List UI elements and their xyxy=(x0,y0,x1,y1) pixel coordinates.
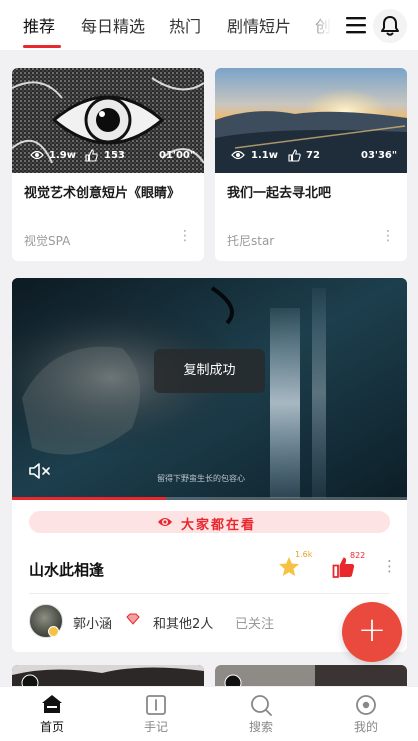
progress-bar[interactable] xyxy=(12,497,407,500)
card-author[interactable]: 视觉SPA xyxy=(24,232,70,249)
bell-icon xyxy=(381,16,399,36)
nav-label: 首页 xyxy=(39,720,64,734)
nav-label: 我的 xyxy=(353,720,378,734)
progress-fill xyxy=(12,497,167,500)
trending-label: 大家都在看 xyxy=(181,518,257,533)
bottom-nav: 首页 手记 搜索 我的 xyxy=(0,686,418,741)
notebook-icon xyxy=(146,695,166,715)
duration: 01'00" xyxy=(159,150,196,161)
nav-search[interactable]: 搜索 xyxy=(209,687,313,741)
menu-icon[interactable] xyxy=(346,16,366,34)
eye-icon xyxy=(158,518,172,526)
card-title[interactable]: 我们一起去寻北吧 xyxy=(227,183,392,204)
diamond-icon xyxy=(126,613,140,625)
follow-status[interactable]: 已关注 xyxy=(235,613,274,632)
like-icon xyxy=(288,149,301,162)
views-count: 1.9w xyxy=(49,150,76,161)
nav-label: 搜索 xyxy=(248,720,273,734)
notification-button[interactable] xyxy=(373,9,407,43)
card-title[interactable]: 视觉艺术创意短片《眼睛》 xyxy=(24,183,189,204)
tab-drama-shorts[interactable]: 剧情短片 xyxy=(227,13,291,37)
video-subtitle: 留得下野蛮生长的包容心 xyxy=(157,474,245,483)
views-icon xyxy=(231,150,245,160)
nav-profile[interactable]: 我的 xyxy=(314,687,418,741)
views-icon xyxy=(30,150,44,160)
views-count: 1.1w xyxy=(251,150,278,161)
tab-daily-picks[interactable]: 每日精选 xyxy=(81,13,145,37)
duration: 03'36" xyxy=(361,150,398,161)
like-count: 822 xyxy=(350,551,366,560)
star-icon[interactable] xyxy=(278,556,300,577)
video-card[interactable]: 1.9w 153 01'00" 视觉艺术创意短片《眼睛》 视觉SPA ⋮ xyxy=(12,68,204,261)
active-tab-indicator xyxy=(23,45,61,48)
co-authors[interactable]: 和其他2人 xyxy=(153,613,213,632)
trending-badge: 大家都在看 xyxy=(29,511,390,533)
top-bar: 推荐 每日精选 热门 剧情短片 创意 xyxy=(0,0,418,50)
home-icon xyxy=(42,695,62,713)
nav-home[interactable]: 首页 xyxy=(0,687,104,741)
more-options-icon[interactable]: ⋮ xyxy=(382,557,397,575)
eye-thumbnail[interactable]: 1.9w 153 01'00" xyxy=(12,68,204,173)
like-icon xyxy=(85,149,98,162)
more-options-icon[interactable]: ⋮ xyxy=(381,228,395,244)
profile-icon xyxy=(356,695,376,715)
category-tabs: 推荐 每日精选 热门 剧情短片 创意 xyxy=(0,0,345,50)
likes-count: 72 xyxy=(306,150,320,161)
card-author[interactable]: 托尼star xyxy=(227,232,274,249)
author-name[interactable]: 郭小涵 xyxy=(73,613,112,632)
sunset-thumbnail[interactable]: 1.1w 72 03'36" xyxy=(215,68,407,173)
copy-success-toast: 复制成功 xyxy=(154,349,265,393)
nav-notes[interactable]: 手记 xyxy=(104,687,208,741)
tab-hot[interactable]: 热门 xyxy=(169,13,201,37)
video-title[interactable]: 山水此相逢 xyxy=(29,559,104,580)
mute-icon[interactable] xyxy=(28,461,52,481)
nav-label: 手记 xyxy=(143,720,168,734)
likes-count: 153 xyxy=(104,150,125,161)
next-card-thumbnail[interactable] xyxy=(12,665,204,687)
verified-badge-icon xyxy=(48,626,59,637)
favorite-count: 1.6k xyxy=(295,550,313,559)
tab-recommend[interactable]: 推荐 xyxy=(23,13,55,37)
create-post-button[interactable]: + xyxy=(342,602,402,662)
featured-video-card: 复制成功 留得下野蛮生长的包容心 大家都在看 山水此相逢 1.6k 822 ⋮ … xyxy=(12,278,407,652)
more-options-icon[interactable]: ⋮ xyxy=(178,228,192,244)
search-icon xyxy=(251,695,272,716)
next-card-thumbnail[interactable] xyxy=(215,665,407,687)
video-card[interactable]: 1.1w 72 03'36" 我们一起去寻北吧 托尼star ⋮ xyxy=(215,68,407,261)
video-player[interactable]: 复制成功 留得下野蛮生长的包容心 xyxy=(12,278,407,500)
